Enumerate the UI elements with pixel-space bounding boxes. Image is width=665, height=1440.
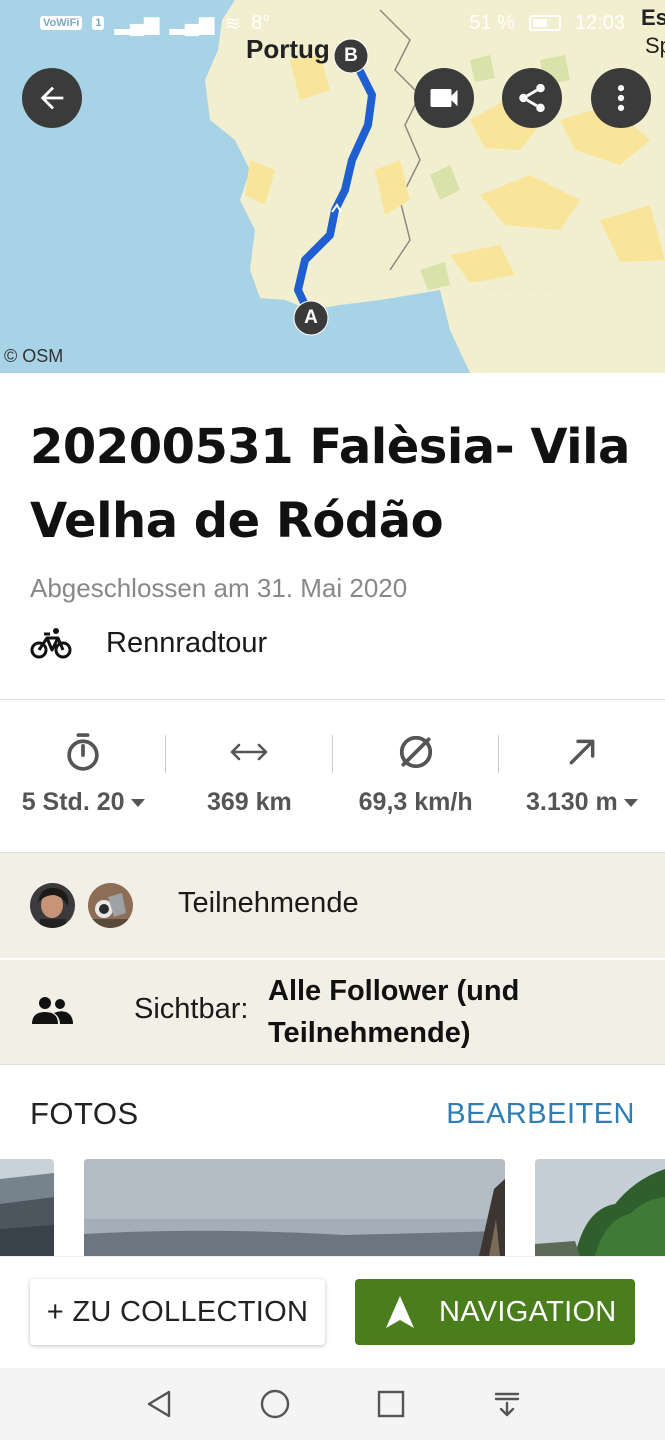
battery-text: 51 % xyxy=(469,11,515,34)
chevron-down-icon xyxy=(130,798,145,807)
triangle-back-icon xyxy=(147,1390,170,1418)
avatar[interactable] xyxy=(88,883,133,928)
photo-thumbnail[interactable] xyxy=(0,1159,54,1256)
chevron-down-icon xyxy=(623,798,638,807)
duration-value: 5 Std. 20 xyxy=(21,788,125,816)
start-marker[interactable]: A xyxy=(302,307,320,329)
map-attribution[interactable]: © OSM xyxy=(4,346,63,367)
sport-label: Rennradtour xyxy=(106,626,268,659)
vowifi-badge: VoWiFi xyxy=(40,16,83,30)
more-vertical-icon xyxy=(617,84,625,112)
signal-icon: ▂▄▆ xyxy=(114,12,160,35)
circle-home-icon xyxy=(260,1389,289,1419)
stats-row: 5 Std. 20 369 km 69,3 km/h 3.130 m xyxy=(0,730,665,824)
sim-badge: 1 xyxy=(92,16,105,30)
system-notifications-button[interactable] xyxy=(489,1386,525,1422)
photos-header: FOTOS BEARBEITEN xyxy=(30,1096,635,1132)
photos-title: FOTOS xyxy=(30,1096,139,1131)
distance-arrows-icon xyxy=(231,743,268,761)
divider xyxy=(0,1064,665,1065)
battery-icon xyxy=(528,15,561,31)
bottom-action-bar: + ZU COLLECTION NAVIGATION xyxy=(0,1256,665,1368)
more-options-button[interactable] xyxy=(591,68,651,128)
visibility-value: Alle Follower (und Teilnehmende) xyxy=(268,975,520,1049)
photo-thumbnail[interactable] xyxy=(535,1159,665,1256)
route-map[interactable]: VoWiFi 1 ▂▄▆ ▂▄▆ ≋ 8° 51 % 12:03 Portug … xyxy=(0,0,665,373)
stat-duration[interactable]: 5 Std. 20 xyxy=(0,730,167,824)
people-group-icon xyxy=(32,997,73,1024)
distance-value: 369 km xyxy=(206,788,292,816)
speed-value: 69,3 km/h xyxy=(358,788,473,816)
back-button[interactable] xyxy=(22,68,82,128)
visibility-row[interactable]: Sichtbar: Alle Follower (und Teilnehmend… xyxy=(0,960,665,1064)
visibility-label: Sichtbar: xyxy=(134,993,249,1025)
navigation-label: NAVIGATION xyxy=(439,1295,617,1328)
pull-down-icon xyxy=(494,1392,519,1417)
avatar[interactable] xyxy=(30,883,75,928)
end-marker[interactable]: B xyxy=(342,45,360,67)
divider xyxy=(0,699,665,700)
system-back-button[interactable] xyxy=(141,1386,177,1422)
video-camera-icon xyxy=(430,89,458,107)
temperature-text: 8° xyxy=(251,11,271,34)
clock-text: 12:03 xyxy=(574,11,625,34)
elevation-value: 3.130 m xyxy=(526,788,618,816)
participants-label: Teilnehmende xyxy=(178,887,359,919)
signal-icon-2: ▂▄▆ xyxy=(169,12,215,35)
system-recents-button[interactable] xyxy=(373,1386,409,1422)
navigation-button[interactable]: NAVIGATION xyxy=(355,1279,635,1345)
system-navigation-bar xyxy=(0,1368,665,1440)
map-label-es: Es xyxy=(641,5,665,30)
edit-photos-link[interactable]: BEARBEITEN xyxy=(446,1098,635,1131)
square-recents-icon xyxy=(377,1390,404,1418)
road-bike-icon xyxy=(30,628,72,659)
map-label-portugal: Portug xyxy=(246,34,330,64)
add-to-collection-button[interactable]: + ZU COLLECTION xyxy=(30,1279,325,1345)
elevation-up-icon xyxy=(569,739,595,765)
arrow-left-icon xyxy=(40,86,64,110)
stat-speed: 69,3 km/h xyxy=(333,730,499,824)
stopwatch-icon xyxy=(67,733,99,771)
stat-distance: 369 km xyxy=(166,730,333,824)
stat-elevation[interactable]: 3.130 m xyxy=(499,730,665,824)
completed-date: Abgeschlossen am 31. Mai 2020 xyxy=(30,573,408,603)
navigation-arrow-icon xyxy=(386,1296,414,1328)
wifi-icon: ≋ xyxy=(224,12,242,35)
map-terrain xyxy=(0,0,665,373)
system-home-button[interactable] xyxy=(257,1386,293,1422)
photo-thumbnail[interactable] xyxy=(84,1159,505,1256)
video-button[interactable] xyxy=(414,68,474,128)
participants-row[interactable]: Teilnehmende xyxy=(0,853,665,958)
map-label-sp: Sp xyxy=(645,33,665,58)
sport-type: Rennradtour xyxy=(30,626,267,660)
average-speed-icon xyxy=(399,735,432,769)
share-icon xyxy=(519,83,545,113)
tour-title: 20200531 Falèsia- Vila Velha de Ródão xyxy=(30,419,630,549)
share-button[interactable] xyxy=(502,68,562,128)
status-bar: VoWiFi 1 ▂▄▆ ▂▄▆ ≋ 8° 51 % 12:03 xyxy=(0,0,665,46)
